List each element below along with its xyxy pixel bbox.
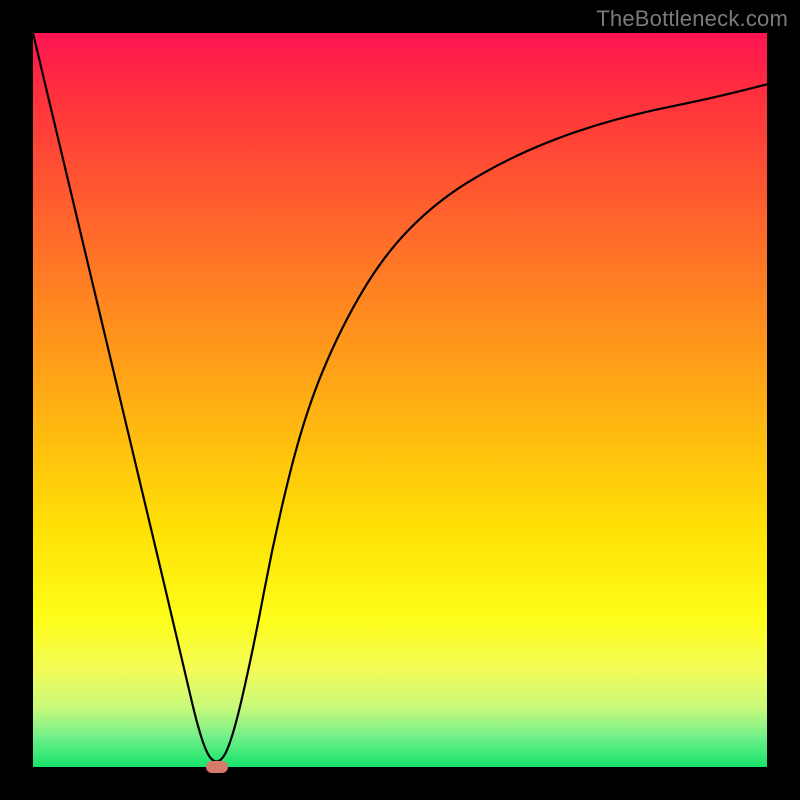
chart-frame: TheBottleneck.com	[0, 0, 800, 800]
optimal-marker	[206, 761, 228, 773]
plot-area	[33, 33, 767, 767]
watermark-text: TheBottleneck.com	[596, 6, 788, 32]
bottleneck-curve	[33, 33, 767, 767]
